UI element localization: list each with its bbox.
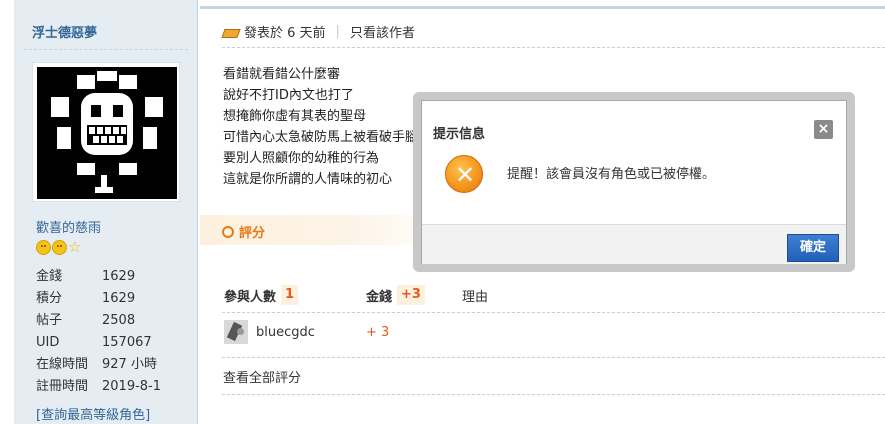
participants-header: 參與人數 1	[224, 285, 366, 305]
error-x-glyph: ✕	[454, 161, 476, 189]
stat-label: 註冊時間	[36, 379, 89, 394]
face-icon	[36, 240, 51, 255]
stat-row: 在線時間 927 小時	[36, 354, 161, 376]
dialog-message: 提醒！該會員沒有角色或已被停權。	[507, 167, 716, 182]
dialog-title: 提示信息	[433, 127, 486, 142]
stat-row: 金錢 1629	[36, 266, 161, 288]
table-row: bluecgdc + 3	[224, 320, 389, 344]
post-content: 看錯就看錯公什麼審 說好不打ID內文也打了 想掩飾你虛有其表的聖母 可惜內心太急…	[223, 64, 418, 190]
stat-label: UID	[36, 335, 60, 350]
post-time-icon	[223, 26, 239, 38]
stat-value: 157067	[102, 335, 152, 350]
participants-label: 參與人數	[224, 289, 277, 305]
stat-label: 金錢	[36, 269, 63, 284]
alert-dialog: 提示信息 × ✕ 提醒！該會員沒有角色或已被停權。 確定	[421, 100, 847, 264]
stat-value: 1629	[102, 269, 136, 284]
participants-count: 1	[281, 285, 299, 305]
user-stats: 金錢 1629 積分 1629 帖子 2508 UID 157067 在線時間 927 小…	[36, 266, 161, 398]
post-line: 可惜內心太急破防馬上被看破手腳	[223, 130, 419, 145]
user-sidebar: 浮士德惡夢 歡喜的慈雨 ☆ 金錢 1629 積分 1629 帖子 2508 UI…	[14, 0, 198, 424]
ok-button[interactable]: 確定	[787, 234, 839, 262]
stat-value: 927 小時	[102, 357, 157, 372]
rating-table-header: 參與人數 1 金錢 +3 理由	[224, 285, 488, 305]
stat-row: 帖子 2508	[36, 310, 161, 332]
star-icon: ☆	[68, 238, 82, 256]
post-line: 要別人照顧你的幼稚的行為	[223, 151, 380, 166]
post-line: 想掩飾你虛有其表的聖母	[223, 109, 367, 124]
stat-value: 2508	[102, 313, 136, 328]
stat-row: UID 157067	[36, 332, 161, 354]
stat-label: 積分	[36, 291, 63, 306]
divider	[222, 357, 885, 358]
money-header: 金錢 +3	[366, 285, 462, 305]
stat-label: 在線時間	[36, 357, 89, 372]
post-line: 說好不打ID內文也打了	[223, 88, 354, 103]
rank-icons: ☆	[36, 240, 83, 255]
rater-avatar[interactable]	[224, 320, 248, 344]
avatar-frame[interactable]	[32, 62, 180, 202]
reason-header: 理由	[462, 289, 489, 305]
error-icon: ✕	[445, 155, 483, 193]
stat-row: 積分 1629	[36, 288, 161, 310]
dialog-footer: 確定	[422, 224, 846, 264]
stat-value: 1629	[102, 291, 136, 306]
post-header: 發表於 6 天前 | 只看該作者	[223, 22, 415, 41]
avatar[interactable]	[37, 67, 177, 199]
money-label: 金錢	[366, 289, 393, 305]
rater-name[interactable]: bluecgdc	[256, 325, 366, 340]
query-role-link[interactable]: [查詢最高等級角色]	[36, 404, 150, 423]
stat-label: 帖子	[36, 313, 63, 328]
divider	[24, 49, 188, 50]
top-divider	[200, 6, 885, 9]
divider	[222, 47, 885, 48]
post-line: 這就是你所謂的人情味的初心	[223, 172, 393, 187]
username-link[interactable]: 浮士德惡夢	[32, 22, 97, 41]
rate-button-label: 評分	[239, 226, 266, 241]
post-time: 發表於 6 天前	[244, 26, 326, 41]
rate-circle-icon	[222, 225, 234, 238]
header-separator: |	[335, 24, 340, 39]
divider	[222, 394, 885, 395]
stat-value: 2019-8-1	[102, 379, 162, 394]
divider	[222, 312, 885, 313]
user-group[interactable]: 歡喜的慈雨	[36, 217, 101, 236]
rater-score: + 3	[366, 324, 390, 340]
alert-dialog-frame: 提示信息 × ✕ 提醒！該會員沒有角色或已被停權。 確定	[413, 92, 855, 272]
post-line: 看錯就看錯公什麼審	[223, 67, 341, 82]
money-total: +3	[397, 285, 425, 305]
only-author-link[interactable]: 只看該作者	[350, 22, 415, 41]
view-all-ratings-link[interactable]: 查看全部評分	[223, 367, 301, 386]
rate-button[interactable]: 評分	[222, 222, 265, 241]
close-icon[interactable]: ×	[814, 120, 833, 139]
face-icon	[52, 240, 67, 255]
stat-row: 註冊時間 2019-8-1	[36, 376, 161, 398]
